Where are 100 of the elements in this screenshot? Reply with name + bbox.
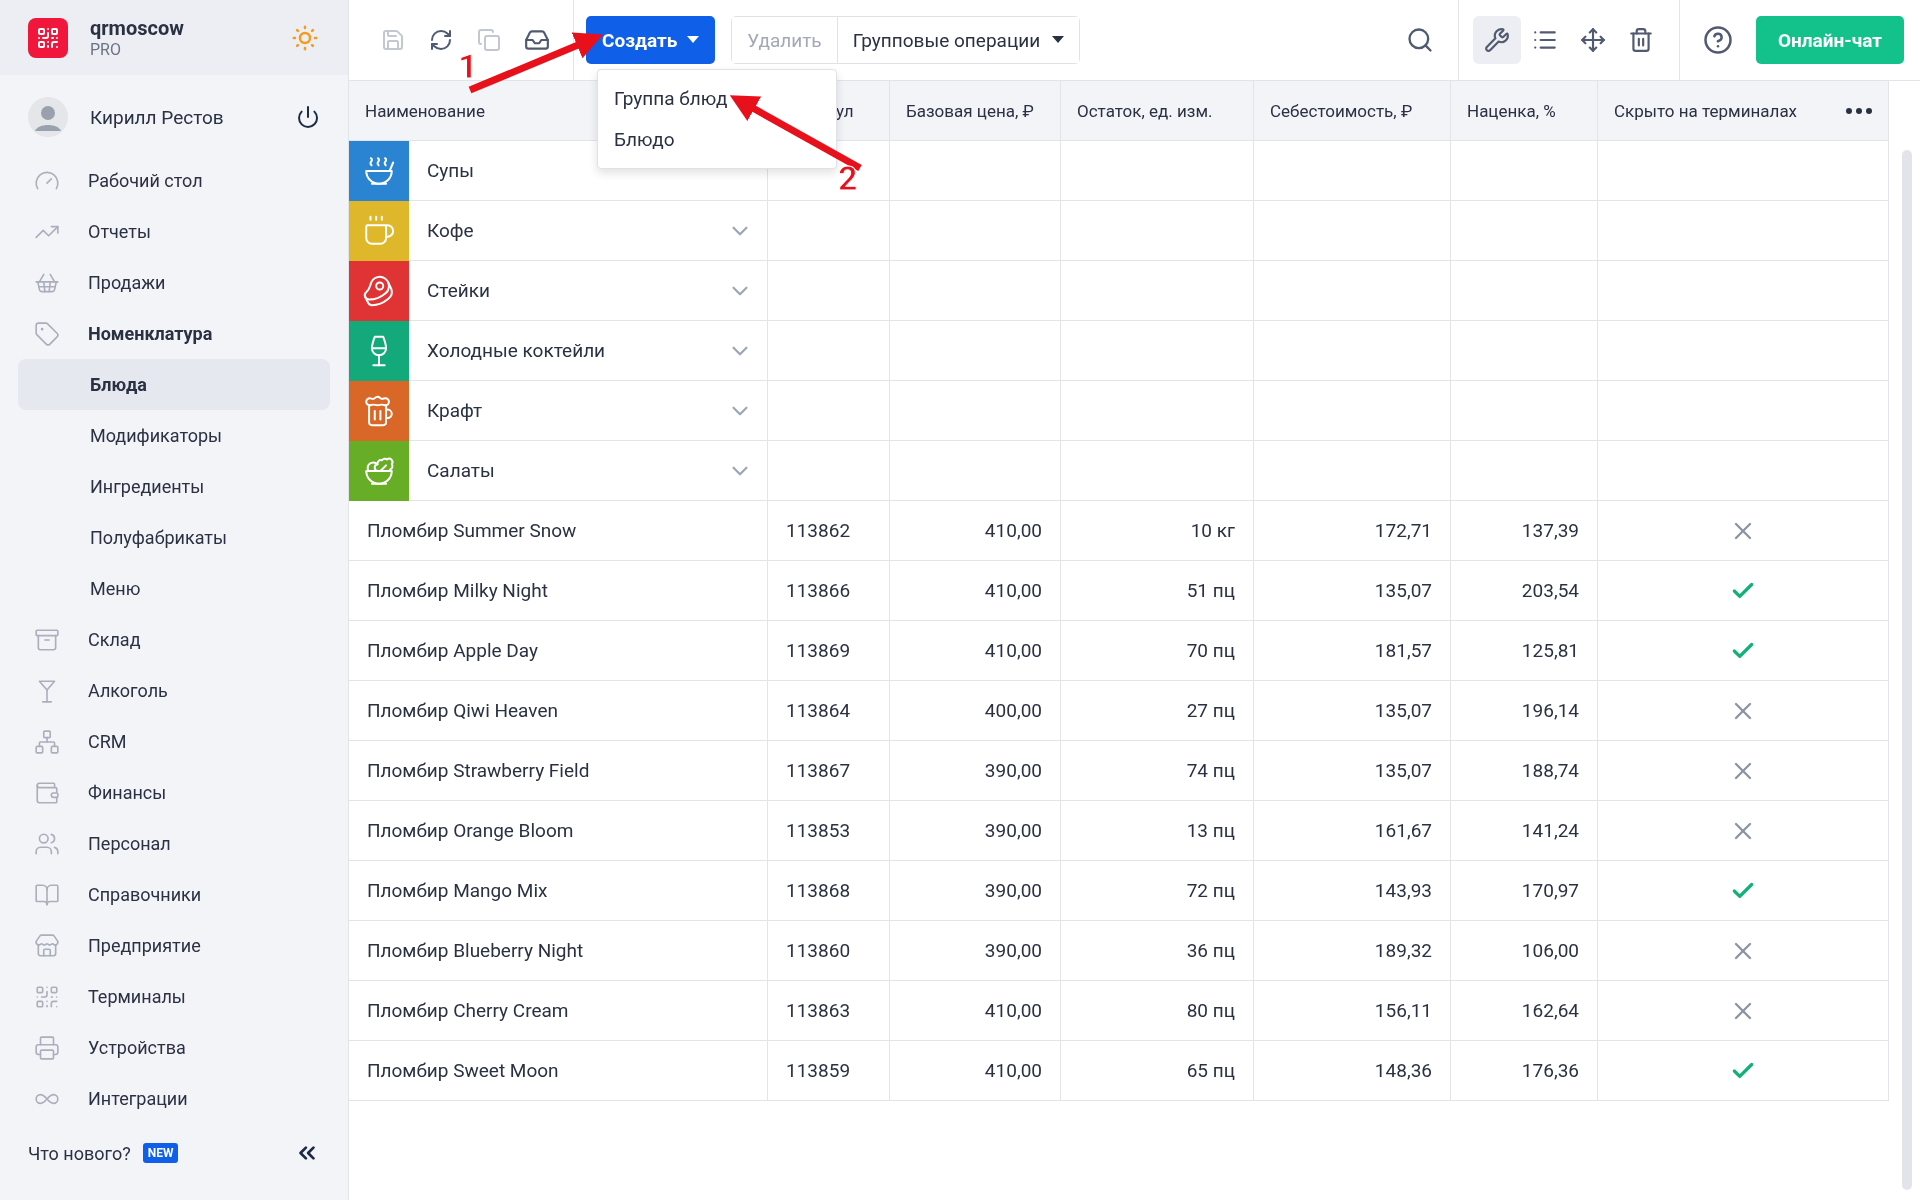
- user-name: Кирилл Рестов: [90, 105, 225, 129]
- nav-item[interactable]: Полуфабрикаты: [18, 512, 330, 564]
- table-cell: 80 пц: [1061, 981, 1254, 1041]
- caret-icon: [1052, 36, 1065, 44]
- group-cell[interactable]: Стейки: [349, 261, 768, 321]
- caret-icon: [687, 36, 700, 44]
- column-header[interactable]: Себестоимость, ₽: [1254, 81, 1451, 141]
- nav-item[interactable]: Склад: [18, 614, 330, 666]
- table-cell: 113859: [768, 1041, 890, 1101]
- hierarchy-icon: [34, 728, 60, 755]
- group-cell[interactable]: Холодные коктейли: [349, 321, 768, 381]
- nav-item[interactable]: Справочники: [18, 869, 330, 921]
- table-cell: 113860: [768, 921, 890, 981]
- table-cell: 113864: [768, 681, 890, 741]
- table-cell: 143,93: [1254, 861, 1451, 921]
- book-icon: [34, 881, 60, 908]
- store-icon: [34, 932, 60, 959]
- table-cell: 72 пц: [1061, 861, 1254, 921]
- whats-new-link[interactable]: Что нового?: [28, 1142, 131, 1164]
- scrollbar[interactable]: [1902, 150, 1912, 1190]
- table-cell: 51 пц: [1061, 561, 1254, 621]
- group-operations-button[interactable]: Групповые операции: [836, 17, 1080, 63]
- nav-item[interactable]: Интеграции: [18, 1073, 330, 1125]
- table-cell: Пломбир Summer Snow: [349, 501, 768, 561]
- nav-item[interactable]: Финансы: [18, 767, 330, 819]
- refresh-icon: [429, 28, 453, 52]
- table-cell: 410,00: [890, 501, 1061, 561]
- table-cell: 390,00: [890, 861, 1061, 921]
- nav-item[interactable]: Номенклатура: [18, 308, 330, 360]
- group-cell[interactable]: Кофе: [349, 201, 768, 261]
- nav-item[interactable]: Блюда: [18, 359, 330, 411]
- move-icon: [1579, 27, 1606, 53]
- qr-icon: [34, 983, 60, 1010]
- column-header[interactable]: Остаток, ед. изм.: [1061, 81, 1254, 141]
- box-icon: [34, 626, 60, 653]
- nav-item[interactable]: Меню: [18, 563, 330, 615]
- nav-item[interactable]: Ингредиенты: [18, 461, 330, 513]
- table-cell: 65 пц: [1061, 1041, 1254, 1101]
- tag-icon: [34, 320, 60, 347]
- nav-item[interactable]: Продажи: [18, 257, 330, 309]
- table-cell: 410,00: [890, 621, 1061, 681]
- table-cell: 196,14: [1451, 681, 1598, 741]
- tools-button[interactable]: [1472, 16, 1521, 64]
- group-cell[interactable]: Крафт: [349, 381, 768, 441]
- more-icon[interactable]: [1846, 107, 1872, 114]
- nav-item[interactable]: Алкоголь: [18, 665, 330, 717]
- table-cell: 113867: [768, 741, 890, 801]
- table-cell: 390,00: [890, 801, 1061, 861]
- column-header[interactable]: Наценка, %: [1451, 81, 1598, 141]
- nav-item[interactable]: Отчеты: [18, 206, 330, 258]
- printer-icon: [34, 1034, 60, 1061]
- table-cell: 410,00: [890, 561, 1061, 621]
- table-cell: 10 кг: [1061, 501, 1254, 561]
- nav-item[interactable]: Терминалы: [18, 971, 330, 1023]
- table-cell: 13 пц: [1061, 801, 1254, 861]
- table-cell: 135,07: [1254, 681, 1451, 741]
- table-cell: 400,00: [890, 681, 1061, 741]
- power-icon[interactable]: [296, 105, 320, 130]
- table-cell: 137,39: [1451, 501, 1598, 561]
- table-cell: 27 пц: [1061, 681, 1254, 741]
- table-cell: 189,32: [1254, 921, 1451, 981]
- table-cell: 170,97: [1451, 861, 1598, 921]
- search-icon: [1405, 26, 1434, 54]
- table-cell: 410,00: [890, 981, 1061, 1041]
- create-button[interactable]: Создать: [586, 16, 716, 64]
- nav-item[interactable]: Персонал: [18, 818, 330, 870]
- table-cell: 148,36: [1254, 1041, 1451, 1101]
- table-cell: 390,00: [890, 921, 1061, 981]
- group-cell[interactable]: Салаты: [349, 441, 768, 501]
- table-cell: 70 пц: [1061, 621, 1254, 681]
- table-cell: 113869: [768, 621, 890, 681]
- table-cell: Пломбир Qiwi Heaven: [349, 681, 768, 741]
- nav-item[interactable]: Модификаторы: [18, 410, 330, 462]
- table-cell: 141,24: [1451, 801, 1598, 861]
- table-cell: 203,54: [1451, 561, 1598, 621]
- table-cell: 106,00: [1451, 921, 1598, 981]
- table-cell: Пломбир Cherry Cream: [349, 981, 768, 1041]
- table-cell: Пломбир Milky Night: [349, 561, 768, 621]
- nav-item[interactable]: Рабочий стол: [18, 155, 330, 207]
- nav-item[interactable]: CRM: [18, 716, 330, 768]
- table-cell: Пломбир Orange Bloom: [349, 801, 768, 861]
- table-cell: 36 пц: [1061, 921, 1254, 981]
- logo[interactable]: [28, 17, 68, 58]
- table-cell: 135,07: [1254, 741, 1451, 801]
- table-cell: 135,07: [1254, 561, 1451, 621]
- nav-item[interactable]: Предприятие: [18, 920, 330, 972]
- table-cell: Пломбир Apple Day: [349, 621, 768, 681]
- table-cell: 113862: [768, 501, 890, 561]
- tray-icon: [524, 27, 550, 53]
- nav-item[interactable]: Устройства: [18, 1022, 330, 1074]
- table-cell: Пломбир Sweet Moon: [349, 1041, 768, 1101]
- column-header[interactable]: Скрыто на терминалах: [1598, 81, 1889, 141]
- help-icon: [1702, 25, 1733, 55]
- table-cell: Пломбир Strawberry Field: [349, 741, 768, 801]
- table-cell: Пломбир Mango Mix: [349, 861, 768, 921]
- copy-icon: [477, 28, 501, 52]
- table-cell: Пломбир Blueberry Night: [349, 921, 768, 981]
- column-header[interactable]: Базовая цена, ₽: [890, 81, 1061, 141]
- table-cell: 113863: [768, 981, 890, 1041]
- table-cell: 410,00: [890, 1041, 1061, 1101]
